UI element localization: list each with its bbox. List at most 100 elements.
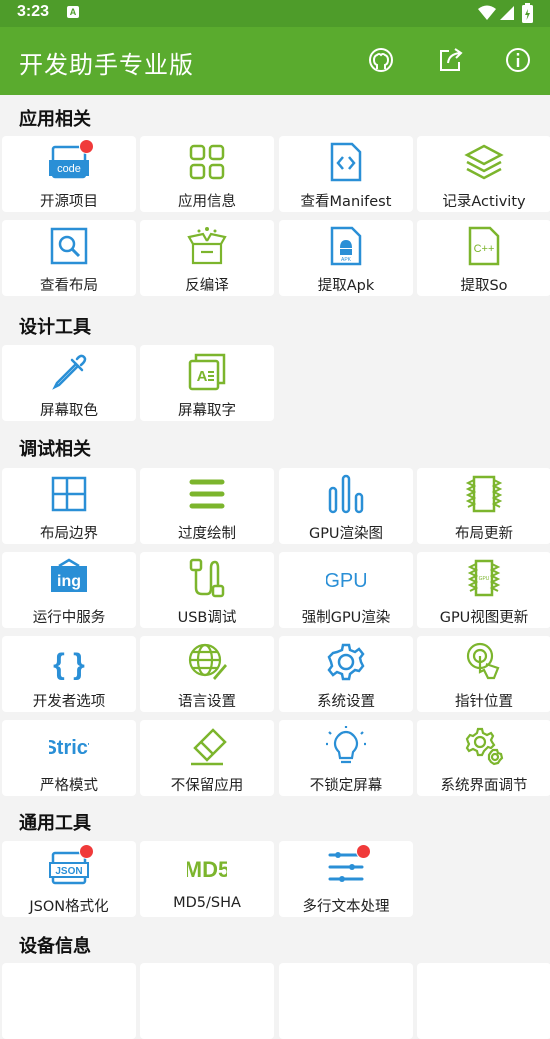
section-title: 设计工具	[19, 317, 91, 338]
notification-badge	[79, 844, 94, 859]
notification-icon: A	[67, 6, 79, 18]
tool-tile[interactable]: 布局更新	[417, 468, 550, 544]
app-title: 开发助手专业版	[19, 51, 194, 79]
tool-tile[interactable]: APK 提取Apk	[279, 220, 413, 296]
signal-icon	[500, 6, 514, 20]
svg-text:{ }: { }	[53, 648, 85, 681]
tool-label: 运行中服务	[32, 610, 106, 626]
github-icon[interactable]	[366, 45, 396, 75]
text-capture-icon: A	[188, 353, 226, 391]
status-time: 3:23	[17, 3, 50, 20]
layout-bounds-icon	[51, 476, 87, 512]
svg-text:GPU: GPU	[479, 576, 490, 582]
tool-label: 屏幕取色	[40, 403, 98, 419]
gpu-chip-icon: GPU	[467, 559, 501, 597]
apk-file-icon: APK	[330, 226, 362, 266]
ing-icon: ing	[51, 558, 87, 592]
section-title: 通用工具	[19, 813, 91, 834]
tool-tile[interactable]	[2, 963, 136, 1039]
tool-label: USB调试	[177, 610, 237, 626]
tool-tile[interactable]: MD5 MD5/SHA	[140, 841, 274, 917]
usb-icon	[189, 558, 225, 598]
svg-text:code: code	[57, 163, 81, 175]
grid-icon	[189, 144, 225, 180]
touch-icon	[466, 642, 500, 680]
tool-tile[interactable]: { } 开发者选项	[2, 636, 136, 712]
tool-label: 提取So	[460, 278, 508, 294]
bar-chart-icon	[328, 474, 364, 514]
gears-icon	[465, 727, 504, 766]
tool-tile[interactable]: GPU GPU视图更新	[417, 552, 550, 628]
svg-text:JSON: JSON	[55, 866, 82, 877]
gear-icon	[327, 643, 365, 681]
tool-tile[interactable]: ing 运行中服务	[2, 552, 136, 628]
tool-tile[interactable]: 布局边界	[2, 468, 136, 544]
tool-tile[interactable]: 不锁定屏幕	[279, 720, 413, 796]
tool-tile[interactable]: A 屏幕取字	[140, 345, 274, 421]
gpu-icon: GPU	[326, 570, 366, 592]
tool-label: 不锁定屏幕	[309, 778, 383, 794]
tool-label: JSON格式化	[29, 899, 109, 915]
tool-tile[interactable]: 系统设置	[279, 636, 413, 712]
cpp-file-icon: C++	[468, 226, 500, 266]
section-title: 调试相关	[19, 439, 91, 460]
tool-tile[interactable]: code 开源项目	[2, 136, 136, 212]
tool-label: GPU渲染图	[308, 526, 384, 542]
globe-icon	[188, 643, 227, 680]
svg-text:C++: C++	[474, 243, 495, 255]
tool-label: 系统界面调节	[440, 778, 528, 794]
tool-tile[interactable]: JSON JSON格式化	[2, 841, 136, 917]
tool-label: 查看Manifest	[300, 194, 392, 210]
svg-text:ing: ing	[57, 573, 81, 590]
notification-badge	[79, 139, 94, 154]
tool-tile[interactable]: 屏幕取色	[2, 345, 136, 421]
tool-tile[interactable]: 反编译	[140, 220, 274, 296]
info-icon[interactable]	[503, 45, 533, 75]
svg-text:APK: APK	[341, 257, 352, 263]
tool-label: 布局边界	[40, 526, 98, 542]
tool-label: 记录Activity	[442, 194, 526, 210]
tool-tile[interactable]: 不保留应用	[140, 720, 274, 796]
tool-tile[interactable]	[279, 963, 413, 1039]
tool-tile[interactable]: 系统界面调节	[417, 720, 550, 796]
tool-tile[interactable]: GPU 强制GPU渲染	[279, 552, 413, 628]
tool-tile[interactable]: 记录Activity	[417, 136, 550, 212]
wifi-icon	[478, 5, 496, 20]
tool-tile[interactable]: 语言设置	[140, 636, 274, 712]
eyedropper-icon	[52, 354, 87, 390]
tool-label: 布局更新	[455, 526, 513, 542]
manifest-file-icon	[330, 142, 362, 182]
tool-label: 应用信息	[178, 194, 236, 210]
tool-tile[interactable]: USB调试	[140, 552, 274, 628]
tool-tile[interactable]: 应用信息	[140, 136, 274, 212]
tool-label: 强制GPU渲染	[301, 610, 391, 626]
tool-tile[interactable]: 查看布局	[2, 220, 136, 296]
tool-label: 开源项目	[40, 194, 98, 210]
tool-tile[interactable]: 查看Manifest	[279, 136, 413, 212]
box-icon	[187, 227, 227, 265]
tool-label: 提取Apk	[317, 278, 375, 294]
tool-tile[interactable]: 多行文本处理	[279, 841, 413, 917]
tool-label: 反编译	[185, 278, 229, 294]
tool-tile[interactable]	[140, 963, 274, 1039]
tool-label: 查看布局	[40, 278, 98, 294]
tool-tile[interactable]: GPU渲染图	[279, 468, 413, 544]
tool-tile[interactable]	[417, 963, 550, 1039]
layout-update-icon	[465, 475, 503, 513]
bulb-icon	[326, 726, 366, 764]
tool-label: 指针位置	[455, 694, 513, 710]
tool-label: 严格模式	[40, 778, 98, 794]
tool-tile[interactable]: 指针位置	[417, 636, 550, 712]
tool-label: 屏幕取字	[178, 403, 236, 419]
tool-tile[interactable]: Strict 严格模式	[2, 720, 136, 796]
tool-label: 过度绘制	[178, 526, 236, 542]
tool-label: 不保留应用	[170, 778, 244, 794]
tool-label: MD5/SHA	[173, 895, 241, 911]
section-title: 设备信息	[19, 936, 91, 957]
tool-tile[interactable]: C++ 提取So	[417, 220, 550, 296]
strict-icon: Strict	[49, 737, 89, 759]
layout-search-icon	[50, 227, 88, 265]
share-icon[interactable]	[435, 45, 465, 75]
tool-tile[interactable]: 过度绘制	[140, 468, 274, 544]
battery-icon	[522, 3, 533, 23]
